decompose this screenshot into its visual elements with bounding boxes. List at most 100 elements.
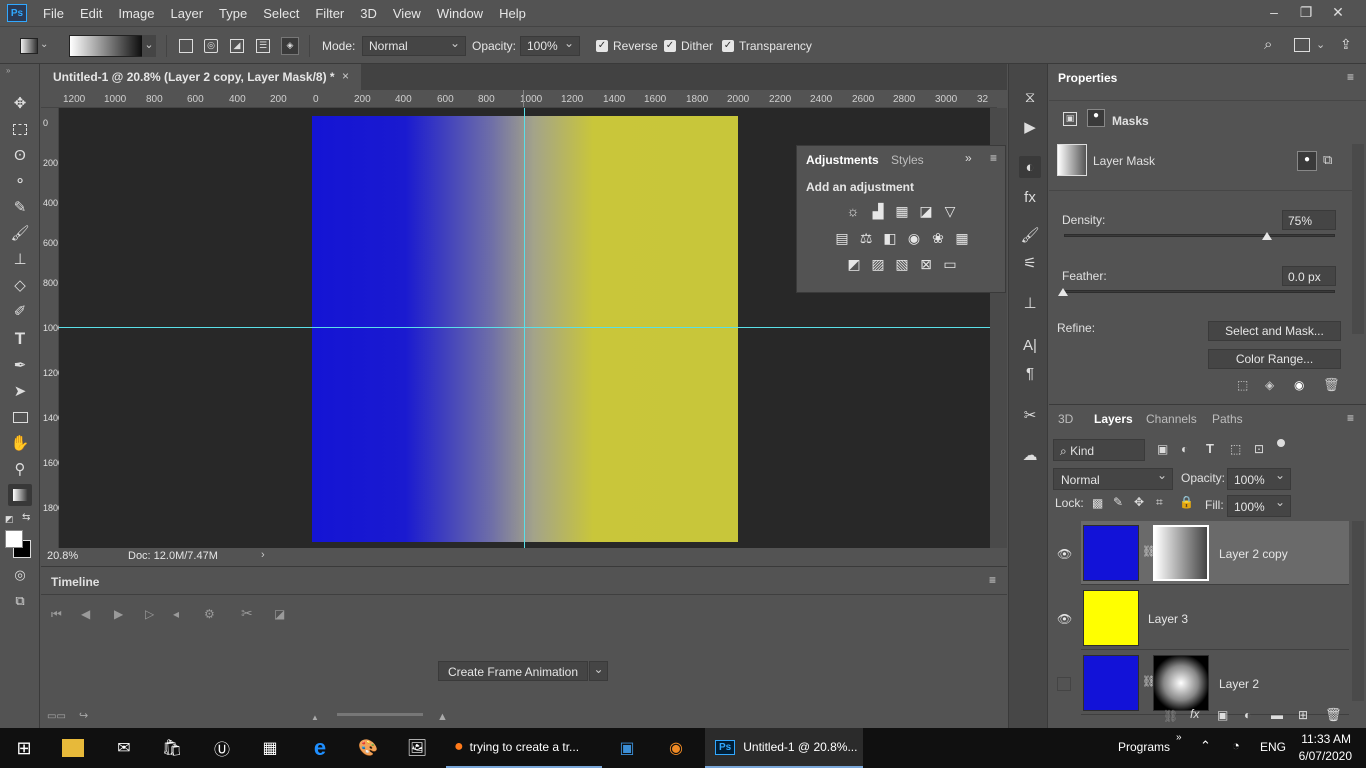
hue-saturation-icon[interactable]: ▤ [833,230,851,246]
panel-menu-icon[interactable]: ≡ [990,151,997,165]
adjustments-icon[interactable]: ◐ [1019,156,1041,178]
pixel-mask-icon[interactable]: ▣ [1063,112,1077,126]
next-frame-icon[interactable]: ▷ [145,607,154,621]
wifi-icon[interactable]: ◔ [1232,738,1240,753]
delete-mask-icon[interactable]: 🗑 [1323,377,1340,393]
move-tool-icon[interactable]: ✥ [8,92,32,114]
radial-gradient-icon[interactable]: ◎ [204,39,218,53]
lock-image-icon[interactable]: ✎ [1113,495,1123,509]
expand-panel-icon[interactable]: » [965,151,972,165]
vertical-guide[interactable] [524,108,525,548]
delete-layer-icon[interactable]: 🗑 [1325,707,1342,723]
tab-3d[interactable]: 3D [1049,405,1082,431]
pixel-filter-icon[interactable]: ▣ [1157,442,1168,456]
visibility-eye-icon[interactable]: 👁 [1057,547,1072,561]
split-scissors-icon[interactable]: ✂ [241,605,253,622]
file-explorer-icon[interactable] [62,739,84,757]
blend-mode-dropdown[interactable]: Normal [1053,468,1173,490]
lock-all-icon[interactable]: 🔒 [1179,495,1194,509]
layer-mask-thumbnail[interactable] [1153,655,1209,711]
menu-edit[interactable]: Edit [72,6,110,21]
clone-source-icon[interactable]: ⊥ [1019,292,1041,314]
transition-icon[interactable]: ◪ [274,607,285,621]
curves-icon[interactable]: ▦ [893,203,911,219]
fill-field[interactable]: 100% [1227,495,1291,517]
chevron-down-icon[interactable]: ⌄ [40,39,48,50]
quick-selection-tool-icon[interactable]: ⚬ [8,170,32,192]
color-balance-icon[interactable]: ⚖ [857,230,875,246]
frame-mode-icon[interactable]: ▭▭ [47,711,66,722]
layer-row[interactable]: ⛓ Layer 2 [1081,651,1349,715]
tool-presets-icon[interactable]: ✂ [1019,404,1041,426]
visibility-eye-icon[interactable]: 👁 [1057,612,1072,626]
taskbar-photoshop[interactable]: Ps Untitled-1 @ 20.8%... [705,728,863,768]
lock-artboard-icon[interactable]: ⌗ [1156,495,1163,510]
diamond-gradient-icon[interactable]: ◈ [281,37,299,55]
color-range-button[interactable]: Color Range... [1208,349,1341,369]
layer-name[interactable]: Layer 2 copy [1219,547,1288,561]
healing-brush-tool-icon[interactable]: ✐ [8,300,32,322]
vibrance-icon[interactable]: ▽ [941,203,959,219]
screen-mode-icon[interactable]: ⧉ [8,590,32,612]
clock-time[interactable]: 11:33 AM [1301,732,1351,746]
visibility-toggle[interactable] [1057,677,1071,691]
hand-tool-icon[interactable]: ✋ [8,432,32,454]
threshold-icon[interactable]: ▧ [893,256,911,272]
load-selection-icon[interactable]: ⬚ [1237,378,1248,392]
settings-gear-icon[interactable]: ⚙ [204,607,215,621]
menu-image[interactable]: Image [110,6,162,21]
close-tab-icon[interactable]: × [342,69,349,83]
feather-slider-thumb[interactable] [1058,288,1068,296]
tab-paths[interactable]: Paths [1203,405,1252,431]
blender-icon[interactable]: ◉ [664,736,688,760]
calendar-icon[interactable]: ▦ [258,736,282,760]
tab-adjustments[interactable]: Adjustments [797,146,888,172]
adjustment-filter-icon[interactable]: ◐ [1181,442,1188,456]
link-layers-icon[interactable]: ⛓ [1163,709,1178,723]
levels-icon[interactable]: ▟ [869,203,887,219]
language-indicator[interactable]: ENG [1260,740,1286,754]
type-filter-icon[interactable]: T [1206,441,1214,456]
first-frame-icon[interactable]: ⏮ [51,607,62,622]
reflected-gradient-icon[interactable]: ☰ [256,39,270,53]
angle-gradient-icon[interactable]: ◢ [230,39,244,53]
document-tab[interactable]: Untitled-1 @ 20.8% (Layer 2 copy, Layer … [41,64,361,90]
share-icon[interactable]: ⇪ [1340,36,1352,53]
exposure-icon[interactable]: ◪ [917,203,935,219]
shape-filter-icon[interactable]: ⬚ [1230,442,1241,456]
menu-view[interactable]: View [385,6,429,21]
transparency-checkbox[interactable]: ✓ [722,40,734,52]
foreground-color-swatch[interactable] [5,530,23,548]
edge-icon[interactable]: e [308,735,332,760]
close-window-button[interactable]: ✕ [1322,0,1354,24]
chevron-right-icon[interactable]: › [261,549,265,561]
collapse-icon[interactable]: » [6,66,10,75]
search-icon[interactable]: ⌕ [1264,36,1272,53]
layer-opacity-field[interactable]: 100% [1227,468,1291,490]
gradient-map-icon[interactable]: ▭ [941,256,959,272]
rectangle-tool-icon[interactable] [8,406,32,428]
visibility-eye-icon[interactable]: ◉ [1294,378,1304,392]
filter-toggle[interactable] [1277,439,1285,447]
brushes-icon[interactable]: 🖌 [1019,224,1041,246]
select-pixel-mask-button[interactable]: ● [1297,151,1317,171]
mail-icon[interactable]: ✉ [112,736,136,760]
restore-button[interactable]: ❐ [1290,0,1322,24]
network-app-icon[interactable]: ▣ [615,736,639,760]
zoom-out-icon[interactable]: ▲ [311,713,319,722]
posterize-icon[interactable]: ▨ [869,256,887,272]
black-white-icon[interactable]: ◧ [881,230,899,246]
menu-3d[interactable]: 3D [352,6,385,21]
feather-slider[interactable] [1064,290,1335,293]
actions-play-icon[interactable]: ▶ [1019,116,1041,138]
panel-menu-icon[interactable]: ≡ [1347,70,1354,84]
new-layer-icon[interactable]: ⊞ [1298,708,1308,722]
selective-color-icon[interactable]: ⊠ [917,256,935,272]
gradient-tool-preset-icon[interactable] [20,38,38,54]
density-field[interactable]: 75% [1282,210,1336,230]
unreal-engine-icon[interactable]: Ⓤ [210,736,234,760]
libraries-icon[interactable]: ☁ [1019,444,1041,466]
layer-name[interactable]: Layer 2 [1219,677,1259,691]
new-group-icon[interactable]: ▬ [1271,708,1283,722]
swap-colors-icon[interactable]: ⇆ [22,512,30,523]
